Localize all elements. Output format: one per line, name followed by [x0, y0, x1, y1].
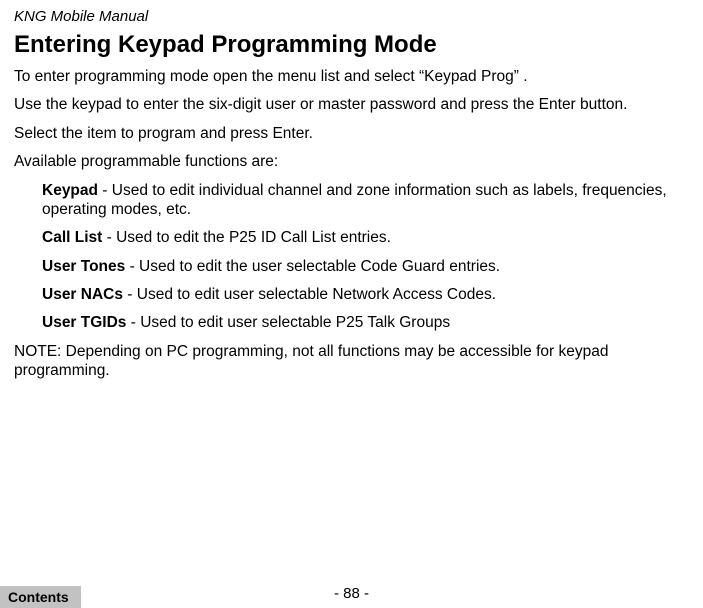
- function-desc: - Used to edit individual channel and zo…: [42, 182, 667, 218]
- function-name: User TGIDs: [42, 314, 126, 331]
- document-header: KNG Mobile Manual: [14, 8, 689, 25]
- function-desc: - Used to edit the user selectable Code …: [125, 258, 500, 275]
- function-desc: - Used to edit user selectable P25 Talk …: [126, 314, 450, 331]
- function-item-user-tones: User Tones - Used to edit the user selec…: [42, 257, 689, 276]
- function-name: User NACs: [42, 286, 123, 303]
- function-list: Keypad - Used to edit individual channel…: [42, 181, 689, 333]
- function-name: User Tones: [42, 258, 125, 275]
- note-paragraph: NOTE: Depending on PC programming, not a…: [14, 342, 689, 381]
- function-name: Call List: [42, 229, 102, 246]
- function-item-user-nacs: User NACs - Used to edit user selectable…: [42, 285, 689, 304]
- page-title: Entering Keypad Programming Mode: [14, 31, 689, 59]
- paragraph-intro-1: To enter programming mode open the menu …: [14, 67, 689, 86]
- function-name: Keypad: [42, 182, 98, 199]
- function-item-user-tgids: User TGIDs - Used to edit user selectabl…: [42, 313, 689, 332]
- function-item-keypad: Keypad - Used to edit individual channel…: [42, 181, 689, 220]
- function-item-call-list: Call List - Used to edit the P25 ID Call…: [42, 228, 689, 247]
- function-desc: - Used to edit the P25 ID Call List entr…: [102, 229, 391, 246]
- page-footer: - 88 - Contents: [0, 582, 703, 608]
- page-number: - 88 -: [0, 585, 703, 602]
- function-desc: - Used to edit user selectable Network A…: [123, 286, 496, 303]
- paragraph-intro-4: Available programmable functions are:: [14, 152, 689, 171]
- page-content: KNG Mobile Manual Entering Keypad Progra…: [0, 0, 703, 381]
- contents-button[interactable]: Contents: [0, 586, 81, 608]
- paragraph-intro-3: Select the item to program and press Ent…: [14, 124, 689, 143]
- paragraph-intro-2: Use the keypad to enter the six-digit us…: [14, 95, 689, 114]
